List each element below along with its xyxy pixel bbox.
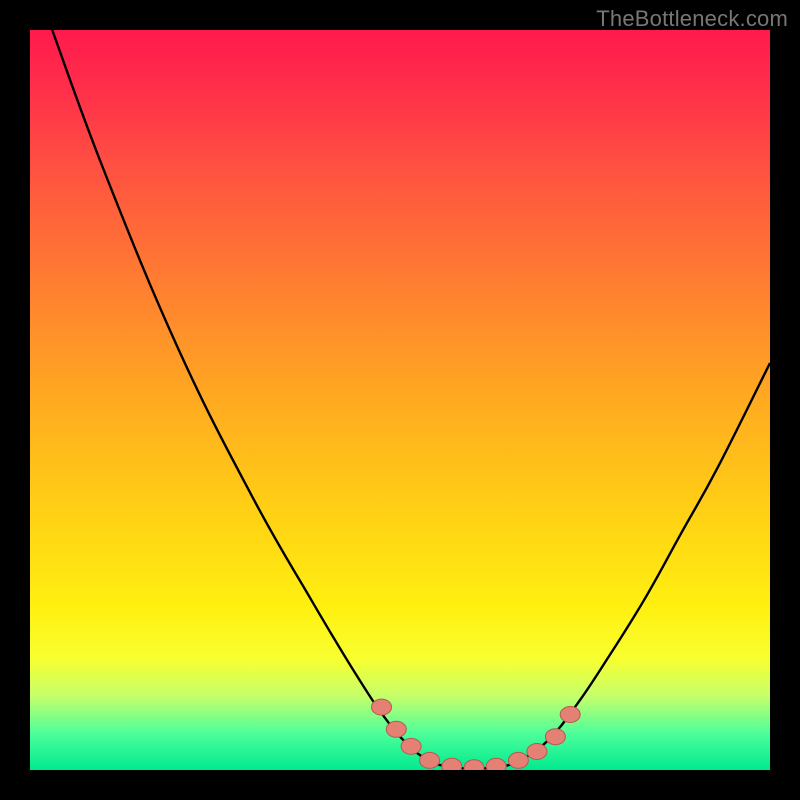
highlight-dot xyxy=(464,760,484,770)
highlight-dot xyxy=(560,707,580,723)
highlight-dot xyxy=(545,729,565,745)
highlight-dot xyxy=(508,752,528,768)
highlight-dot xyxy=(486,758,506,770)
chart-frame: TheBottleneck.com xyxy=(0,0,800,800)
highlight-dot xyxy=(442,758,462,770)
plot-area xyxy=(30,30,770,770)
watermark-text: TheBottleneck.com xyxy=(596,6,788,32)
highlight-dots xyxy=(372,699,581,770)
highlight-dot xyxy=(372,699,392,715)
bottleneck-curve xyxy=(52,30,770,769)
highlight-dot xyxy=(386,721,406,737)
highlight-dot xyxy=(527,744,547,760)
curve-layer xyxy=(30,30,770,770)
highlight-dot xyxy=(401,738,421,754)
highlight-dot xyxy=(420,752,440,768)
